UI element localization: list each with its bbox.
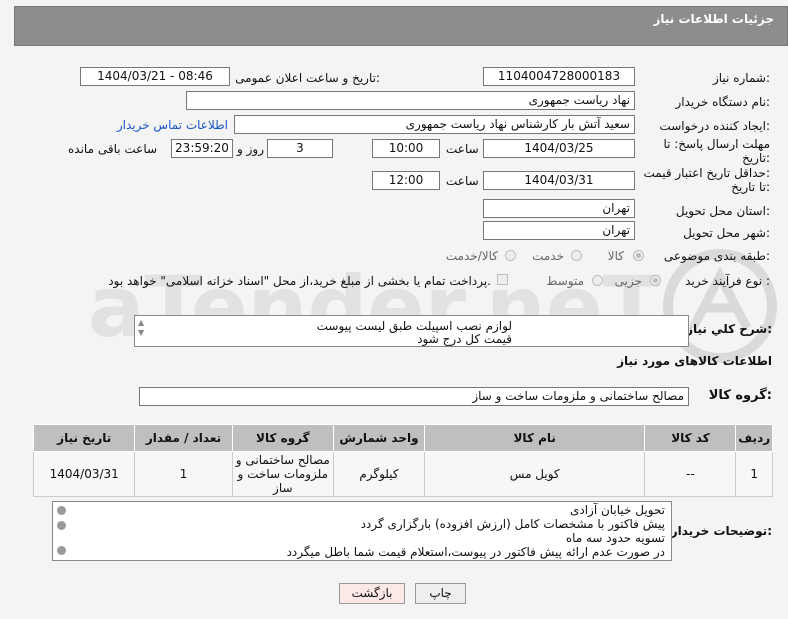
category-option-goods: کالا bbox=[607, 249, 624, 263]
notes-line-4: در صورت عدم ارائه پیش فاکتور در پیوست،اس… bbox=[286, 545, 665, 559]
requester-label: ایجاد کننده درخواست: bbox=[659, 119, 770, 133]
notes-line-3: تسویه حدود سه ماه bbox=[565, 531, 665, 545]
process-radio-minor[interactable] bbox=[650, 275, 661, 286]
cell-unit: کیلوگرم bbox=[333, 451, 425, 497]
col-qty: تعداد / مقدار bbox=[134, 424, 233, 452]
buyer-org-label: نام دستگاه خریدار: bbox=[675, 95, 771, 109]
scroll-up-icon[interactable]: ▲ bbox=[138, 319, 144, 327]
scroll-down-icon[interactable] bbox=[57, 546, 66, 555]
col-name: نام کالا bbox=[423, 424, 646, 452]
cell-group: مصالح ساختمانی و ملزومات ساخت و ساز bbox=[231, 451, 335, 497]
validity-label: حداقل تاریخ اعتبار قیمت: bbox=[643, 166, 770, 180]
requester-field: سعید آتش بار کارشناس نهاد ریاست جمهوری bbox=[234, 115, 635, 134]
col-unit: واحد شمارش bbox=[333, 424, 425, 452]
goods-section-title: اطلاعات کالاهای مورد نیاز bbox=[617, 354, 772, 368]
buyer-notes-box[interactable]: تحویل خیابان آزادی پیش فاکتور با مشخصات … bbox=[52, 501, 672, 561]
treasury-note: پرداخت تمام یا بخشی از مبلغ خرید،از محل … bbox=[108, 274, 491, 288]
category-option-service: خدمت bbox=[532, 249, 564, 263]
cell-date: 1404/03/31 bbox=[32, 451, 136, 497]
category-radio-both[interactable] bbox=[505, 250, 516, 261]
reply-deadline-label: مهلت ارسال پاسخ: تا bbox=[663, 137, 770, 151]
validity-label-2: تا تاریخ: bbox=[731, 180, 770, 194]
reply-date-field: 1404/03/25 bbox=[483, 139, 635, 158]
days-field: 3 bbox=[267, 139, 333, 158]
col-date: تاریخ نیاز bbox=[32, 424, 136, 452]
province-field: تهران bbox=[483, 199, 635, 218]
goods-table-header: ردیف کد کالا نام کالا واحد شمارش گروه کا… bbox=[32, 424, 773, 452]
category-label: طبقه بندی موضوعی: bbox=[663, 249, 770, 263]
cell-qty: 1 bbox=[134, 451, 233, 497]
reply-time-field: 10:00 bbox=[372, 139, 440, 158]
need-number-label: شماره نیاز: bbox=[712, 71, 770, 85]
back-button[interactable]: بازگشت bbox=[339, 583, 405, 604]
reply-deadline-label-2: تاریخ: bbox=[742, 151, 770, 165]
announce-label: تاریخ و ساعت اعلان عمومی: bbox=[235, 71, 380, 85]
scroll-up-icon[interactable] bbox=[57, 506, 66, 515]
category-radio-goods[interactable] bbox=[633, 250, 644, 261]
col-row: ردیف bbox=[735, 424, 773, 452]
announce-field: 1404/03/21 - 08:46 bbox=[80, 67, 230, 86]
cell-name: کویل مس bbox=[423, 451, 646, 497]
contact-info-link[interactable]: اطلاعات تماس خریدار bbox=[117, 118, 228, 132]
buyer-org-field: نهاد ریاست جمهوری bbox=[186, 91, 635, 110]
category-radio-service[interactable] bbox=[571, 250, 582, 261]
col-code: کد کالا bbox=[644, 424, 737, 452]
province-label: استان محل تحویل: bbox=[675, 204, 770, 218]
notes-line-2: پیش فاکتور با مشخصات کامل (ارزش افزوده) … bbox=[360, 517, 665, 531]
scroll-down-icon[interactable]: ▼ bbox=[138, 329, 144, 337]
description-label: شرح کلي نياز: bbox=[686, 322, 772, 336]
city-field: تهران bbox=[483, 221, 635, 240]
description-textarea[interactable]: لوازم نصب اسپیلت طبق لیست پیوست قیمت کل … bbox=[134, 315, 689, 347]
days-label: روز و bbox=[237, 142, 264, 156]
description-line-2: قیمت کل درج شود bbox=[417, 332, 512, 346]
process-option-minor: جزیی bbox=[614, 274, 642, 288]
process-radio-medium[interactable] bbox=[592, 275, 603, 286]
remaining-time-label: ساعت باقی مانده bbox=[68, 142, 158, 156]
city-label: شهر محل تحویل: bbox=[683, 226, 770, 240]
reply-time-label: ساعت bbox=[446, 142, 479, 156]
category-option-both: کالا/خدمت bbox=[445, 249, 498, 263]
page-title: جزئیات اطلاعات نیاز bbox=[653, 12, 774, 26]
print-button[interactable]: چاپ bbox=[415, 583, 466, 604]
notes-line-1: تحویل خیابان آزادی bbox=[569, 503, 665, 517]
buyer-notes-label: توضیحات خریدار: bbox=[670, 524, 772, 538]
process-option-medium: متوسط bbox=[546, 274, 584, 288]
goods-group-label: گروه کالا: bbox=[708, 388, 772, 403]
validity-time-label: ساعت bbox=[446, 174, 479, 188]
cell-code: -- bbox=[644, 451, 737, 497]
goods-table: ردیف کد کالا نام کالا واحد شمارش گروه کا… bbox=[32, 424, 773, 497]
remaining-time-field: 23:59:20 bbox=[171, 139, 233, 158]
validity-date-field: 1404/03/31 bbox=[483, 171, 635, 190]
goods-group-field: مصالح ساختمانی و ملزومات ساخت و ساز bbox=[139, 387, 689, 406]
scroll-thumb-icon[interactable] bbox=[57, 521, 66, 530]
cell-row: 1 bbox=[735, 451, 773, 497]
need-number-field: 1104004728000183 bbox=[483, 67, 635, 86]
validity-time-field: 12:00 bbox=[372, 171, 440, 190]
process-label: نوع فرآیند خرید : bbox=[685, 274, 770, 288]
col-group: گروه کالا bbox=[231, 424, 335, 452]
table-row: 1 -- کویل مس کیلوگرم مصالح ساختمانی و مل… bbox=[32, 451, 773, 497]
treasury-checkbox[interactable] bbox=[497, 274, 508, 285]
